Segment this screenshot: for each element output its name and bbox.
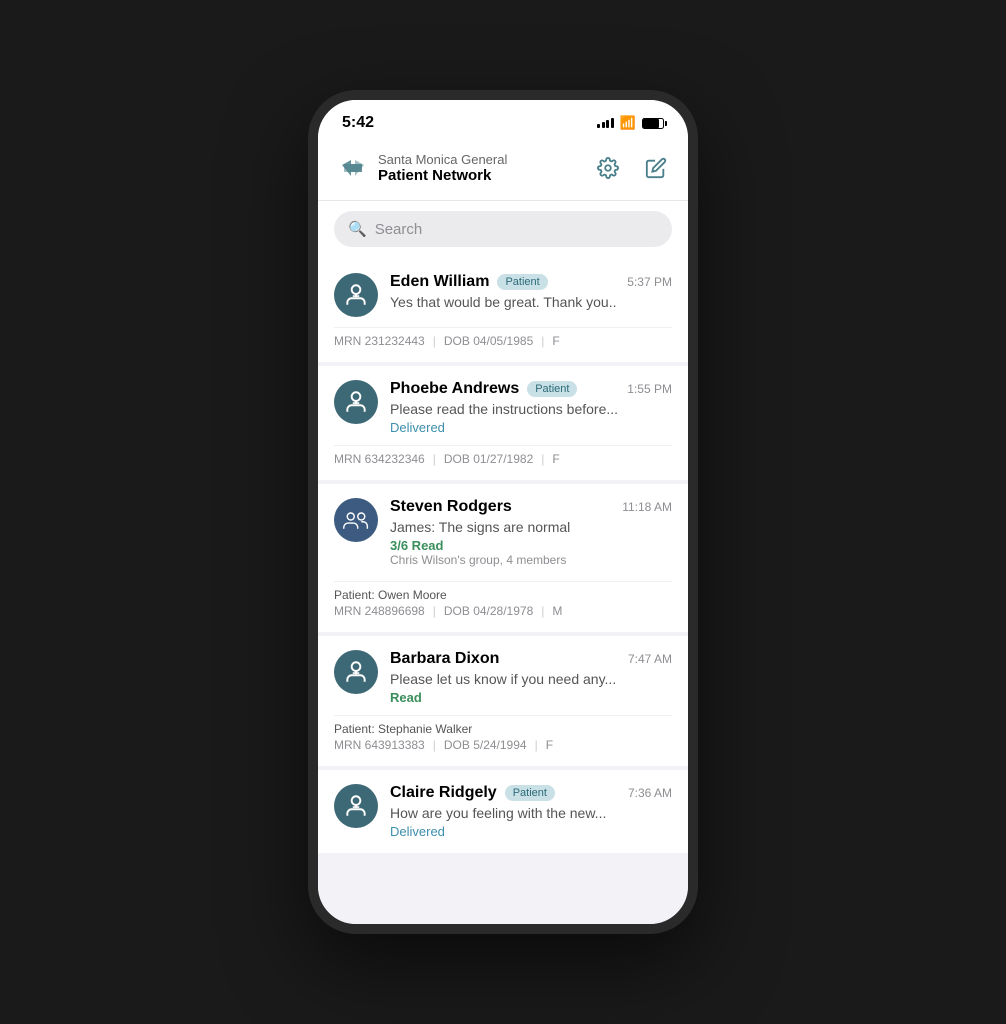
conv-preview: Please read the instructions before... xyxy=(390,401,672,417)
conv-body: Phoebe Andrews Patient 1:55 PM Please re… xyxy=(390,380,672,435)
conv-meta: MRN 231232443 | DOB 04/05/1985 | F xyxy=(334,334,672,348)
conv-body: Claire Ridgely Patient 7:36 AM How are y… xyxy=(390,784,672,839)
avatar xyxy=(334,273,378,317)
status-bar: 5:42 📶 xyxy=(318,100,688,140)
conv-preview: How are you feeling with the new... xyxy=(390,805,672,821)
conversation-item[interactable]: Barbara Dixon 7:47 AM Please let us know… xyxy=(318,636,688,766)
group-info: Chris Wilson's group, 4 members xyxy=(390,553,672,567)
conv-name-row: Barbara Dixon 7:47 AM xyxy=(390,650,672,668)
conv-meta: MRN 643913383 | DOB 5/24/1994 | F xyxy=(334,738,672,752)
phone-frame: 5:42 📶 Santa Monica General Patient Netw… xyxy=(308,90,698,934)
conv-patient-label: Patient: Stephanie Walker xyxy=(334,722,672,736)
conv-time: 1:55 PM xyxy=(627,382,672,396)
conv-preview: Please let us know if you need any... xyxy=(390,671,672,687)
conversation-item[interactable]: Claire Ridgely Patient 7:36 AM How are y… xyxy=(318,770,688,853)
avatar xyxy=(334,784,378,828)
conv-status-delivered: Delivered xyxy=(390,824,672,839)
network-name: Santa Monica General xyxy=(378,152,592,167)
search-bar: 🔍 Search xyxy=(318,201,688,259)
status-time: 5:42 xyxy=(342,114,374,132)
gender-label: M xyxy=(552,604,562,618)
conv-header: Eden William Patient 5:37 PM Yes that wo… xyxy=(334,273,672,317)
conv-name-row: Steven Rodgers 11:18 AM xyxy=(390,498,672,516)
conversation-item[interactable]: Phoebe Andrews Patient 1:55 PM Please re… xyxy=(318,366,688,480)
conv-header: Barbara Dixon 7:47 AM Please let us know… xyxy=(334,650,672,705)
conv-name-row: Claire Ridgely Patient 7:36 AM xyxy=(390,784,672,802)
mrn-label: MRN 248896698 xyxy=(334,604,425,618)
conv-divider xyxy=(334,581,672,582)
conv-name-row: Phoebe Andrews Patient 1:55 PM xyxy=(390,380,672,398)
gender-label: F xyxy=(552,334,559,348)
conv-time: 11:18 AM xyxy=(622,500,672,514)
conv-divider xyxy=(334,715,672,716)
signal-icon xyxy=(597,118,614,128)
dob-label: DOB 5/24/1994 xyxy=(444,738,527,752)
conv-name: Claire Ridgely xyxy=(390,784,497,802)
conversations-list: Eden William Patient 5:37 PM Yes that wo… xyxy=(318,259,688,928)
conv-preview: James: The signs are normal xyxy=(390,519,672,535)
conv-body: Barbara Dixon 7:47 AM Please let us know… xyxy=(390,650,672,705)
conv-meta: MRN 248896698 | DOB 04/28/1978 | M xyxy=(334,604,672,618)
compose-button[interactable] xyxy=(640,152,672,184)
conv-time: 7:36 AM xyxy=(628,786,672,800)
dob-label: DOB 04/28/1978 xyxy=(444,604,533,618)
search-icon: 🔍 xyxy=(348,220,367,238)
conv-status-delivered: Delivered xyxy=(390,420,672,435)
conv-body: Eden William Patient 5:37 PM Yes that wo… xyxy=(390,273,672,313)
conversation-item[interactable]: Steven Rodgers 11:18 AM James: The signs… xyxy=(318,484,688,632)
conv-divider xyxy=(334,445,672,446)
avatar xyxy=(334,498,378,542)
back-button[interactable] xyxy=(334,150,370,186)
conv-name-row: Eden William Patient 5:37 PM xyxy=(390,273,672,291)
patient-badge: Patient xyxy=(527,381,577,397)
conv-time: 5:37 PM xyxy=(627,275,672,289)
mrn-label: MRN 634232346 xyxy=(334,452,425,466)
conv-body: Steven Rodgers 11:18 AM James: The signs… xyxy=(390,498,672,571)
gender-label: F xyxy=(552,452,559,466)
conv-name: Steven Rodgers xyxy=(390,498,512,516)
mrn-label: MRN 643913383 xyxy=(334,738,425,752)
patient-badge: Patient xyxy=(497,274,547,290)
search-input-wrap[interactable]: 🔍 Search xyxy=(334,211,672,247)
network-bold: Patient Network xyxy=(378,167,592,184)
conv-preview: Yes that would be great. Thank you.. xyxy=(390,294,672,310)
battery-icon xyxy=(642,118,664,129)
gender-label: F xyxy=(546,738,553,752)
conv-status-read: Read xyxy=(390,690,672,705)
header-title: Santa Monica General Patient Network xyxy=(370,152,592,184)
conv-header: Steven Rodgers 11:18 AM James: The signs… xyxy=(334,498,672,571)
conv-name: Phoebe Andrews xyxy=(390,380,519,398)
patient-badge: Patient xyxy=(505,785,555,801)
header: Santa Monica General Patient Network xyxy=(318,140,688,201)
conv-status-read-fraction: 3/6 Read xyxy=(390,538,672,553)
mrn-label: MRN 231232443 xyxy=(334,334,425,348)
conversation-item[interactable]: Eden William Patient 5:37 PM Yes that wo… xyxy=(318,259,688,362)
avatar xyxy=(334,380,378,424)
conv-patient-label: Patient: Owen Moore xyxy=(334,588,672,602)
conv-name: Barbara Dixon xyxy=(390,650,499,668)
avatar xyxy=(334,650,378,694)
search-placeholder: Search xyxy=(375,221,423,238)
status-icons: 📶 xyxy=(597,115,664,131)
dob-label: DOB 04/05/1985 xyxy=(444,334,533,348)
conv-meta: MRN 634232346 | DOB 01/27/1982 | F xyxy=(334,452,672,466)
dob-label: DOB 01/27/1982 xyxy=(444,452,533,466)
conv-divider xyxy=(334,327,672,328)
header-actions xyxy=(592,152,672,184)
conv-header: Claire Ridgely Patient 7:36 AM How are y… xyxy=(334,784,672,839)
conv-time: 7:47 AM xyxy=(628,652,672,666)
settings-button[interactable] xyxy=(592,152,624,184)
wifi-icon: 📶 xyxy=(620,115,636,131)
conv-header: Phoebe Andrews Patient 1:55 PM Please re… xyxy=(334,380,672,435)
conv-name: Eden William xyxy=(390,273,489,291)
